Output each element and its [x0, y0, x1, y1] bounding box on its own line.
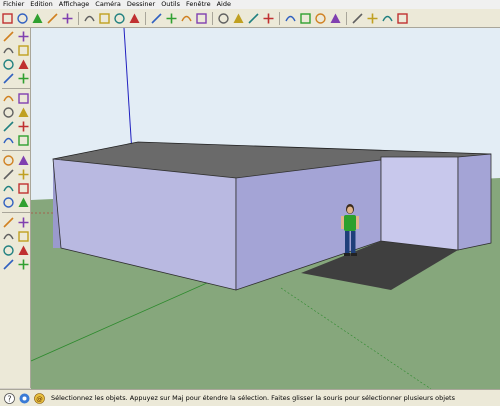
position-camera-icon[interactable]	[2, 244, 15, 257]
zoom-extents-icon[interactable]	[262, 12, 275, 25]
eraser-icon[interactable]	[83, 12, 96, 25]
get-models-icon[interactable]	[284, 12, 297, 25]
left-toolbar	[0, 28, 31, 388]
toolbar-separator	[212, 11, 213, 25]
zoom-icon[interactable]	[2, 216, 15, 229]
credits-icon[interactable]: @	[33, 392, 45, 404]
rotate-icon[interactable]	[2, 120, 15, 133]
select-tool-icon[interactable]	[1, 12, 14, 25]
person-left-shoe	[344, 253, 350, 256]
eraser-icon[interactable]	[17, 44, 30, 57]
inner-back-wall[interactable]	[380, 156, 459, 251]
pan-icon[interactable]	[232, 12, 245, 25]
svg-text:@: @	[36, 395, 43, 403]
menu-item[interactable]: Caméra	[92, 0, 124, 9]
tape-measure-icon[interactable]	[2, 154, 15, 167]
pushpull-icon[interactable]	[17, 106, 30, 119]
previous-view-icon[interactable]	[351, 12, 364, 25]
protractor-icon[interactable]	[2, 168, 15, 181]
scene-canvas[interactable]	[31, 28, 500, 389]
make-component-icon[interactable]	[17, 30, 30, 43]
rectangle-icon[interactable]	[2, 58, 15, 71]
info-icon: ?	[3, 392, 15, 404]
line-icon[interactable]	[17, 58, 30, 71]
toolbar-separator	[2, 150, 30, 151]
orbit-icon[interactable]	[217, 12, 230, 25]
followme-icon[interactable]	[17, 120, 30, 133]
axes-icon[interactable]	[2, 182, 15, 195]
toolbar-separator	[346, 11, 347, 25]
person-left-arm	[341, 216, 344, 229]
arc-icon[interactable]	[113, 12, 126, 25]
look-around-icon[interactable]	[396, 12, 409, 25]
paint-bucket-icon[interactable]	[61, 12, 74, 25]
scale-icon[interactable]	[2, 134, 15, 147]
move-icon[interactable]	[128, 12, 141, 25]
eraser-tool-icon[interactable]	[16, 12, 29, 25]
menu-item[interactable]: Outils	[158, 0, 183, 9]
toolbar-separator	[279, 11, 280, 25]
toolbar-separator	[145, 11, 146, 25]
pushpull-icon[interactable]	[98, 12, 111, 25]
section-plane-icon[interactable]	[17, 258, 30, 271]
person-right-arm	[356, 216, 359, 229]
share-model-icon[interactable]	[299, 12, 312, 25]
zoom-icon[interactable]	[247, 12, 260, 25]
circle-tool-icon[interactable]	[46, 12, 59, 25]
geo-location-icon[interactable]	[18, 392, 30, 404]
dimension-icon[interactable]	[17, 154, 30, 167]
modeling-viewport[interactable]	[31, 28, 500, 389]
person-shirt	[344, 215, 356, 231]
previous-icon[interactable]	[17, 230, 30, 243]
svg-text:?: ?	[7, 394, 11, 403]
person-face	[347, 206, 353, 214]
offset-icon[interactable]	[17, 134, 30, 147]
text-icon[interactable]	[17, 168, 30, 181]
offset-icon[interactable]	[165, 12, 178, 25]
polygon-icon[interactable]	[2, 92, 15, 105]
toolbar-separator	[2, 212, 30, 213]
components-icon[interactable]	[314, 12, 327, 25]
pan-icon[interactable]	[17, 196, 30, 209]
main-toolbar	[0, 9, 500, 28]
person-left-leg	[345, 231, 350, 253]
status-message: Sélectionnez les objets. Appuyez sur Maj…	[51, 394, 455, 402]
menu-item[interactable]: Dessiner	[124, 0, 158, 9]
toolbar-separator	[78, 11, 79, 25]
followme-icon[interactable]	[180, 12, 193, 25]
right-wall[interactable]	[457, 153, 492, 251]
menu-item[interactable]: Fenêtre	[183, 0, 214, 9]
rectangle-tool-icon[interactable]	[31, 12, 44, 25]
3d-text-icon[interactable]	[17, 182, 30, 195]
arc-icon[interactable]	[17, 72, 30, 85]
walk-icon[interactable]	[17, 244, 30, 257]
move-icon[interactable]	[2, 106, 15, 119]
status-bar: ? @ Sélectionnez les objets. Appuyez sur…	[0, 389, 500, 406]
person-right-leg	[351, 231, 356, 253]
select-icon[interactable]	[2, 30, 15, 43]
section-icon[interactable]	[366, 12, 379, 25]
circle-icon[interactable]	[2, 72, 15, 85]
toolbar-separator	[2, 88, 30, 89]
person-right-shoe	[351, 253, 357, 256]
zoom-window-icon[interactable]	[17, 216, 30, 229]
menu-item[interactable]: Edition	[27, 0, 56, 9]
orbit-icon[interactable]	[2, 196, 15, 209]
freehand-icon[interactable]	[17, 92, 30, 105]
photo-textures-icon[interactable]	[329, 12, 342, 25]
rotate-icon[interactable]	[150, 12, 163, 25]
menu-item[interactable]: Aide	[214, 0, 234, 9]
tape-measure-icon[interactable]	[195, 12, 208, 25]
look-around-icon[interactable]	[2, 258, 15, 271]
menu-item[interactable]: Fichier	[0, 0, 27, 9]
walk-icon[interactable]	[381, 12, 394, 25]
zoom-extents-icon[interactable]	[2, 230, 15, 243]
menu-item[interactable]: Affichage	[56, 0, 93, 9]
paint-bucket-icon[interactable]	[2, 44, 15, 57]
